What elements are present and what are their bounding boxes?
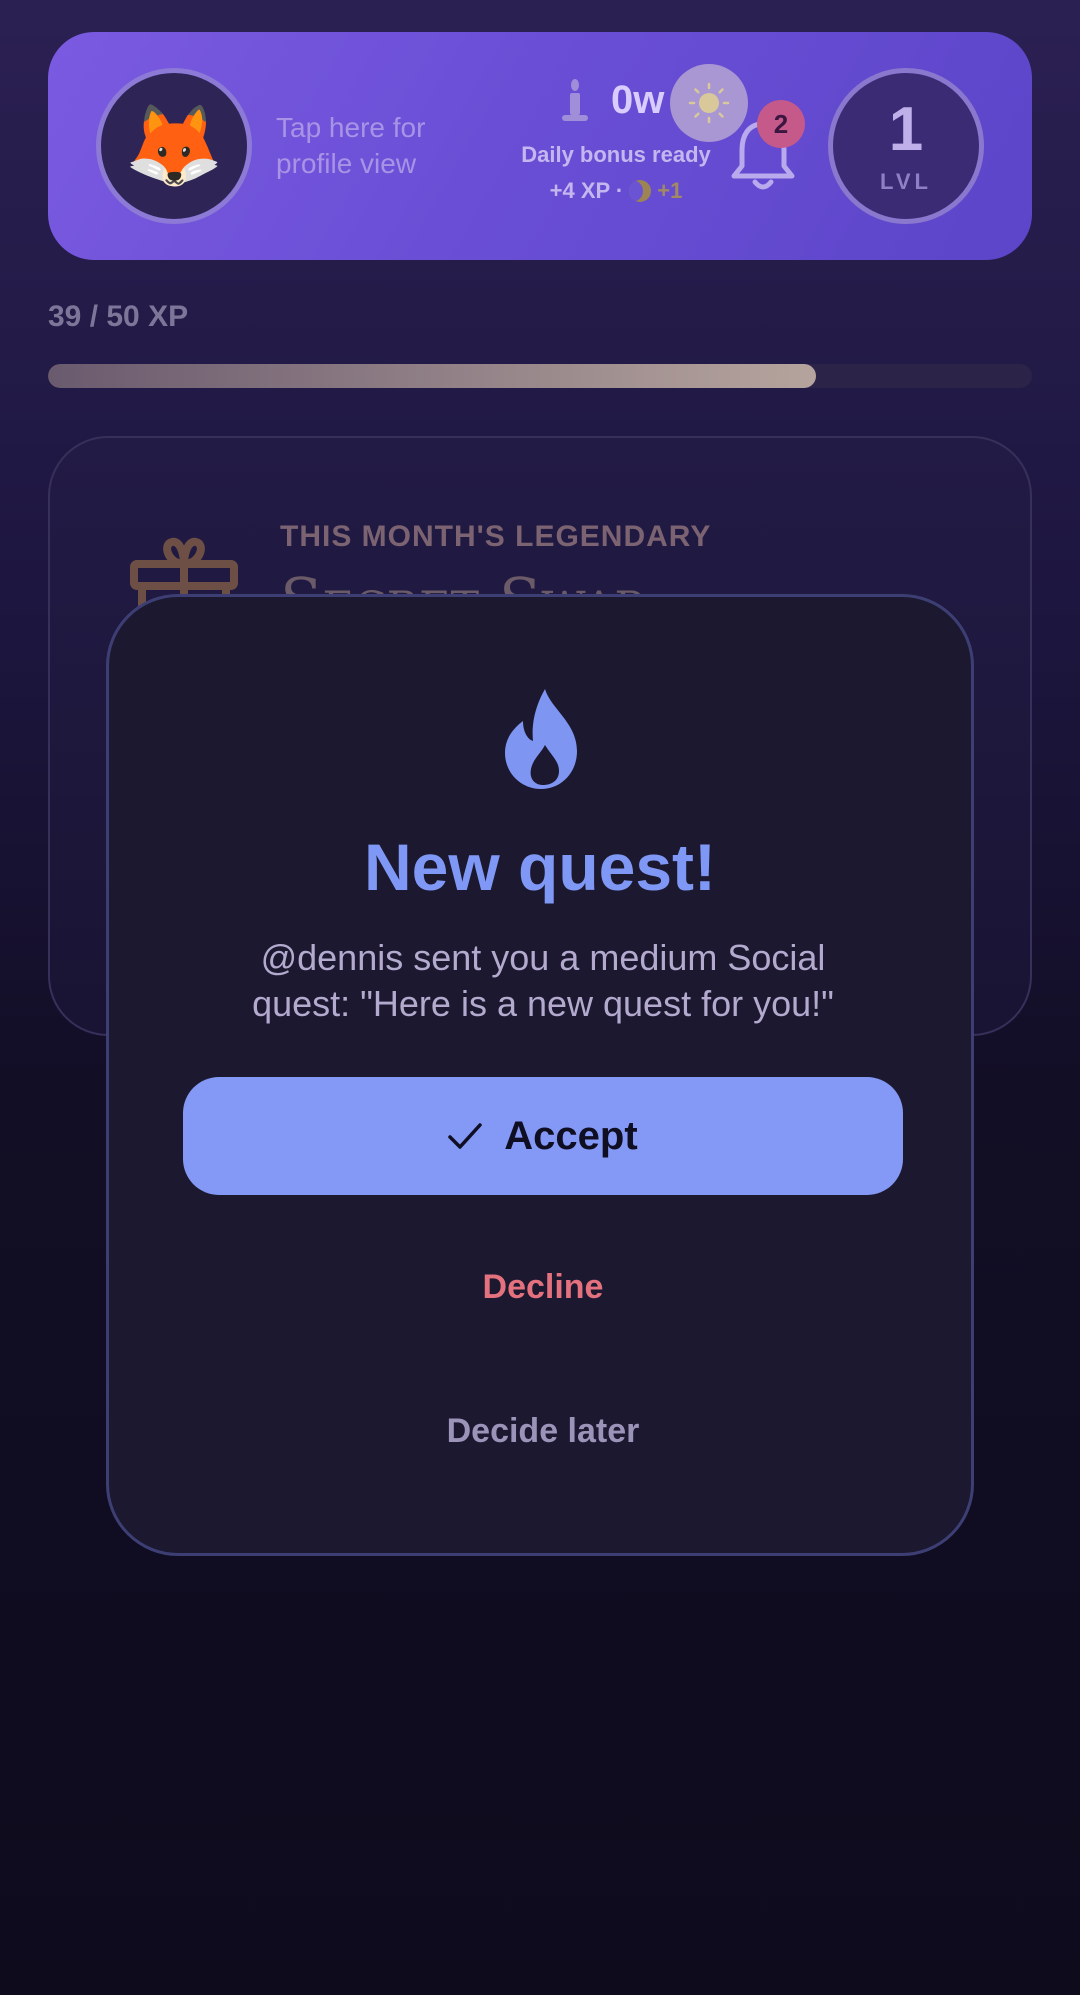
notification-badge: 2	[757, 100, 805, 148]
level-label: LVL	[880, 169, 932, 194]
quest-modal: New quest! @dennis sent you a medium Soc…	[106, 594, 974, 1556]
legendary-eyebrow: THIS MONTH'S LEGENDARY	[280, 520, 712, 553]
modal-message: @dennis sent you a medium Social quest: …	[252, 937, 834, 1024]
header-card: 🦊 Tap here for profile view 0w Daily bon…	[48, 32, 1032, 260]
decide-later-button[interactable]: Decide later	[343, 1391, 743, 1471]
modal-title: New quest!	[363, 830, 717, 904]
bonus-reward: +4 XP · +1	[476, 178, 756, 204]
fox-avatar-icon: 🦊	[124, 101, 224, 190]
xp-progress-fill	[48, 364, 816, 388]
moon-icon	[629, 180, 652, 202]
decline-button[interactable]: Decline	[343, 1247, 743, 1327]
daily-bonus[interactable]: 0w Daily bonus ready +4 XP · +1	[476, 64, 756, 204]
bonus-extra: +1	[657, 178, 683, 203]
level-badge[interactable]: 1 LVL	[828, 68, 984, 224]
sun-icon	[688, 82, 730, 124]
xp-text: 39 / 50 XP	[48, 300, 189, 333]
accept-label: Accept	[504, 1113, 638, 1158]
flame-icon	[505, 689, 577, 789]
candle-icon	[562, 79, 588, 121]
xp-progress-bar	[48, 364, 1032, 388]
accept-button[interactable]: Accept	[183, 1077, 903, 1195]
bonus-xp: +4 XP ·	[549, 178, 624, 203]
avatar[interactable]: 🦊	[96, 68, 252, 224]
streak-value: 0w	[611, 78, 665, 122]
profile-hint[interactable]: Tap here for profile view	[276, 110, 476, 182]
level-number: 1	[888, 95, 924, 164]
check-icon	[448, 1123, 483, 1149]
bonus-status: Daily bonus ready	[521, 142, 711, 167]
